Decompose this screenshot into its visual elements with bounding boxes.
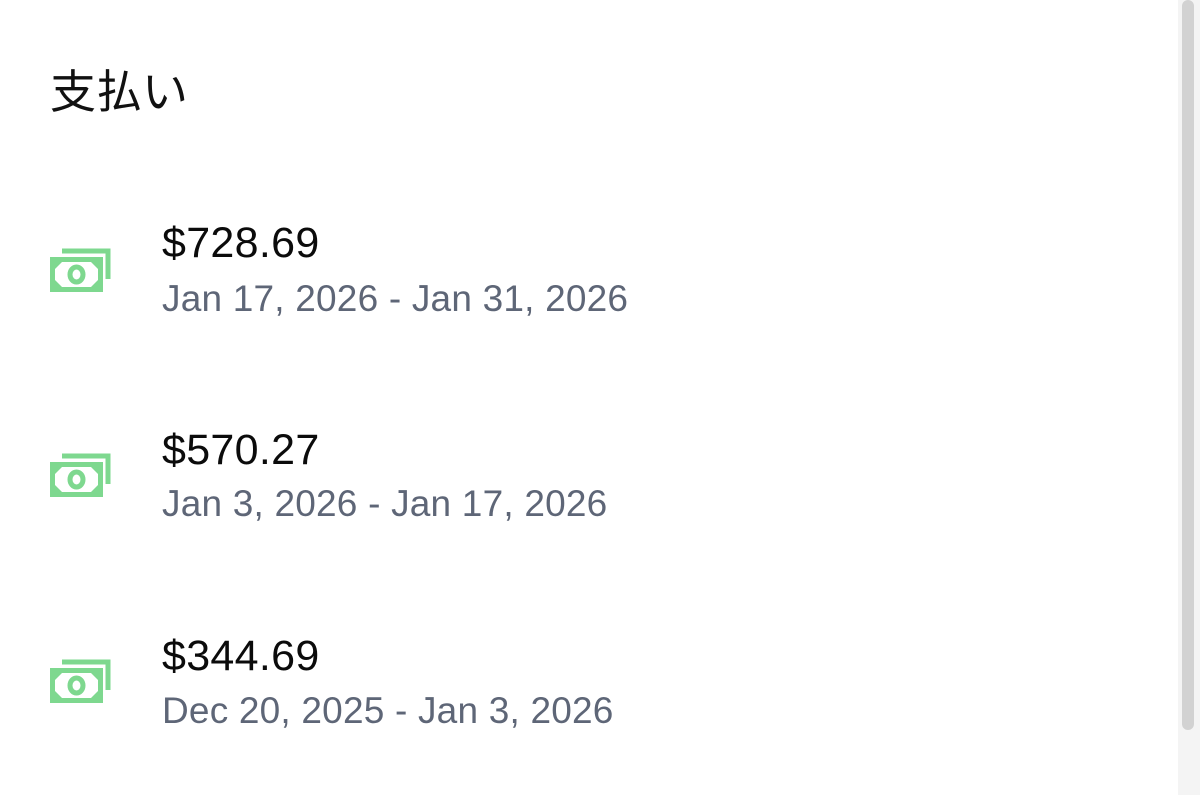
- cash-icon: [50, 245, 112, 295]
- payout-period: Jan 17, 2026 - Jan 31, 2026: [162, 278, 629, 319]
- payout-amount: $344.69: [162, 632, 320, 680]
- page-title: 支払い: [50, 65, 188, 119]
- payout-period: Jan 3, 2026 - Jan 17, 2026: [162, 483, 608, 524]
- payout-item[interactable]: $344.69 Dec 20, 2025 - Jan 3, 2026: [0, 628, 1170, 748]
- cash-icon: [50, 450, 112, 500]
- payout-item[interactable]: $728.69 Jan 17, 2026 - Jan 31, 2026: [0, 215, 1170, 335]
- payout-amount: $570.27: [162, 426, 320, 474]
- payout-period: Dec 20, 2025 - Jan 3, 2026: [162, 690, 614, 731]
- payout-amount: $728.69: [162, 219, 320, 267]
- scrollbar-thumb[interactable]: [1182, 0, 1194, 730]
- payout-item[interactable]: $570.27 Jan 3, 2026 - Jan 17, 2026: [0, 422, 1170, 542]
- cash-icon: [50, 656, 112, 706]
- scrollbar-track[interactable]: [1178, 0, 1200, 795]
